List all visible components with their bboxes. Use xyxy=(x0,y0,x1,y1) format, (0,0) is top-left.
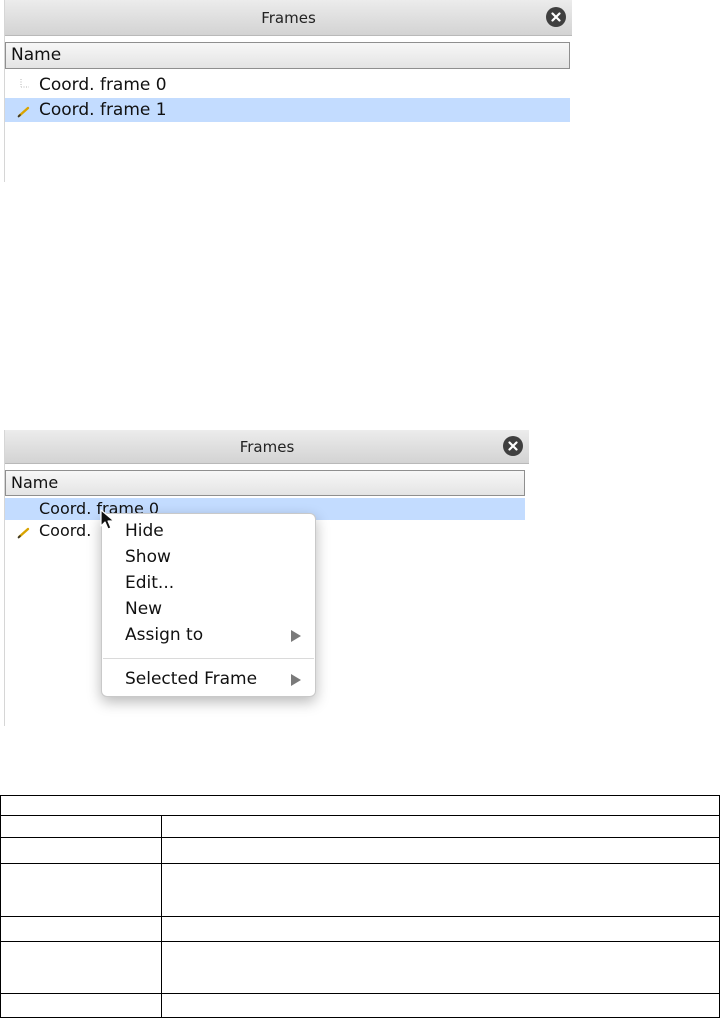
empty-table xyxy=(0,794,720,1018)
table-cell xyxy=(161,915,720,942)
submenu-arrow-icon xyxy=(291,674,301,686)
mouse-cursor-icon xyxy=(100,509,115,530)
menu-separator xyxy=(103,658,314,659)
pencil-icon xyxy=(17,527,30,539)
table-cell xyxy=(161,815,720,839)
context-menu: Hide Show Edit... New Assign to Selected… xyxy=(101,513,316,697)
submenu-arrow-icon xyxy=(291,630,301,642)
table-row xyxy=(0,863,720,917)
panel-title: Frames xyxy=(261,9,316,27)
row-label: Coord. xyxy=(39,521,92,540)
tree-line-icon xyxy=(20,79,29,88)
menu-item-label: Show xyxy=(125,547,171,567)
table-cell xyxy=(0,992,162,1018)
menu-item-label: Assign to xyxy=(125,625,204,645)
table-row xyxy=(0,992,720,1018)
panel-titlebar: Frames xyxy=(5,0,572,36)
pencil-icon xyxy=(17,106,30,118)
menu-item-edit[interactable]: Edit... xyxy=(102,570,315,596)
menu-item-show[interactable]: Show xyxy=(102,544,315,570)
menu-item-assign-to[interactable]: Assign to xyxy=(102,622,315,648)
table-cell xyxy=(161,837,720,865)
column-header-name[interactable]: Name xyxy=(5,42,570,69)
close-button[interactable] xyxy=(503,436,523,456)
table-row xyxy=(0,794,720,817)
menu-item-hide[interactable]: Hide xyxy=(102,518,315,544)
table-row xyxy=(0,915,720,942)
table-cell xyxy=(0,815,162,839)
menu-item-label: Selected Frame xyxy=(125,669,258,689)
panel-title: Frames xyxy=(239,438,295,456)
menu-item-selected-frame[interactable]: Selected Frame xyxy=(102,666,315,692)
list-item-coord-frame-1[interactable]: Coord. frame 1 xyxy=(5,98,570,122)
menu-item-new[interactable]: New xyxy=(102,596,315,622)
panel-titlebar: Frames xyxy=(5,430,529,464)
table-cell xyxy=(0,940,162,994)
table-row xyxy=(0,837,720,865)
row-label: Coord. frame 0 xyxy=(39,75,167,95)
close-button[interactable] xyxy=(546,7,566,27)
table-cell xyxy=(161,992,720,1018)
close-icon xyxy=(551,12,561,22)
table-row xyxy=(0,940,720,994)
menu-item-label: New xyxy=(125,599,163,619)
table-cell xyxy=(0,915,162,942)
table-cell xyxy=(0,794,720,817)
close-icon xyxy=(508,441,518,451)
column-header-name[interactable]: Name xyxy=(5,470,525,496)
frames-panel-1: Frames Name Coord. frame 0 Coord. frame … xyxy=(4,0,572,182)
table-cell xyxy=(161,863,720,917)
list-item-coord-frame-0[interactable]: Coord. frame 0 xyxy=(5,73,570,97)
menu-item-label: Hide xyxy=(125,521,164,541)
menu-item-label: Edit... xyxy=(125,573,175,593)
table-row xyxy=(0,815,720,839)
table-cell xyxy=(161,940,720,994)
table-cell xyxy=(0,837,162,865)
table-cell xyxy=(0,863,162,917)
row-label: Coord. frame 1 xyxy=(39,100,167,120)
